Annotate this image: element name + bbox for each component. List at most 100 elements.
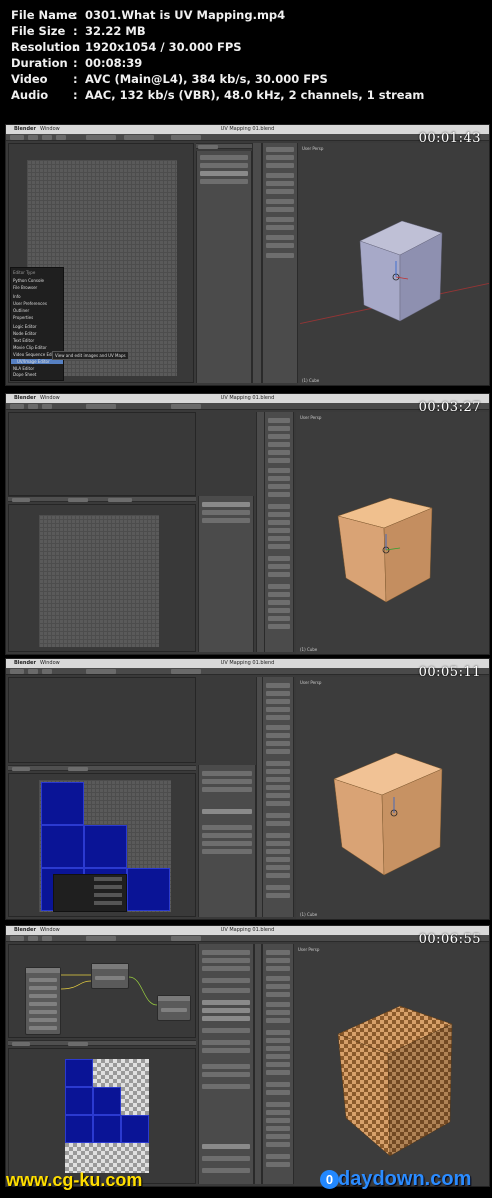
os-title-bar: Blender Window UV Mapping 01.blend <box>6 659 489 668</box>
info-key: Duration <box>11 56 68 70</box>
menu-item[interactable]: Node Editor <box>13 331 37 336</box>
blender-info-header <box>6 403 489 410</box>
view-name-label: User Persp <box>302 146 324 151</box>
os-title-bar: Blender Window UV Mapping 01.blend <box>6 125 489 134</box>
3d-viewport[interactable]: User Persp <box>294 944 489 1186</box>
menu-item[interactable]: User Preferences <box>13 301 47 306</box>
watermark-badge: 0 <box>320 1170 339 1189</box>
menu-tooltip: View and edit images and UV Maps <box>52 351 129 360</box>
tool-shelf <box>264 412 294 652</box>
media-info-panel: File Name : 0301.What is UV Mapping.mp4 … <box>0 0 492 118</box>
cube-object[interactable] <box>338 213 458 333</box>
tool-shelf <box>262 677 294 917</box>
uv-island[interactable] <box>41 825 84 868</box>
empty-editor-top[interactable] <box>8 412 196 496</box>
video-frame-3: Blender Window UV Mapping 01.blend 00:05… <box>5 658 490 920</box>
info-value: 32.22 MB <box>85 24 146 38</box>
os-title-bar: Blender Window UV Mapping 01.blend <box>6 926 489 935</box>
3d-viewport[interactable]: User Persp (1) Cube <box>298 143 489 385</box>
info-separator: : <box>73 8 78 22</box>
info-key: File Size <box>11 24 66 38</box>
view-name-label: User Persp <box>300 415 322 420</box>
info-separator: : <box>73 72 78 86</box>
uv-island[interactable] <box>84 825 127 868</box>
video-frame-4: Blender Window UV Mapping 01.blend 00:06… <box>5 925 490 1187</box>
blend-file-title: UV Mapping 01.blend <box>220 395 275 401</box>
editor-header <box>8 1040 196 1046</box>
info-value: AAC, 132 kb/s (VBR), 48.0 kHz, 2 channel… <box>85 88 425 102</box>
menu-item[interactable]: NLA Editor <box>13 366 34 371</box>
uv-grid <box>39 515 159 647</box>
uv-island[interactable] <box>93 1115 121 1143</box>
uv-image-editor[interactable] <box>8 504 196 652</box>
editor-header <box>8 765 196 771</box>
cube-object[interactable] <box>326 739 466 879</box>
cube-object[interactable] <box>328 988 478 1168</box>
tool-shelf <box>262 944 294 1184</box>
object-name-label: (1) Cube <box>300 647 318 652</box>
properties-panel <box>198 765 256 917</box>
uv-image-editor[interactable] <box>8 773 196 917</box>
menu-item[interactable]: Movie Clip Editor <box>13 345 47 350</box>
info-separator: : <box>73 24 78 38</box>
empty-editor-top[interactable] <box>8 677 196 763</box>
panel-header <box>196 143 252 149</box>
menu-item[interactable]: File Browser <box>13 285 37 290</box>
properties-panel <box>198 944 254 1184</box>
menu-item[interactable]: Dope Sheet <box>13 372 36 377</box>
video-frame-2: Blender Window UV Mapping 01.blend 00:03… <box>5 393 490 655</box>
info-value: 1920x1054 / 30.000 FPS <box>85 40 242 54</box>
tool-shelf <box>262 143 298 383</box>
info-value: 00:08:39 <box>85 56 143 70</box>
uv-island[interactable] <box>127 868 170 911</box>
info-separator: : <box>73 88 78 102</box>
info-value: AVC (Main@L4), 384 kb/s, 30.000 FPS <box>85 72 328 86</box>
properties-panel <box>196 151 252 383</box>
properties-tabs <box>252 143 262 383</box>
node-links <box>60 974 158 1006</box>
object-name-label: (1) Cube <box>302 378 320 383</box>
blend-file-title: UV Mapping 01.blend <box>220 660 275 666</box>
uv-island[interactable] <box>121 1115 149 1143</box>
os-title-bar: Blender Window UV Mapping 01.blend <box>6 394 489 403</box>
menu-header: Editor Type <box>13 270 36 275</box>
uv-island[interactable] <box>65 1059 93 1087</box>
menu-item[interactable]: Text Editor <box>13 338 34 343</box>
info-key: File Name <box>11 8 76 22</box>
node-editor[interactable] <box>8 944 196 1038</box>
uv-island[interactable] <box>93 1087 121 1115</box>
menu-item[interactable]: Logic Editor <box>13 324 37 329</box>
watermark-left: www.cg-ku.com <box>6 1170 143 1190</box>
uv-image-editor[interactable] <box>8 1048 196 1184</box>
info-key: Video <box>11 72 48 86</box>
new-image-popup[interactable] <box>53 874 127 912</box>
blender-info-header <box>6 134 489 141</box>
video-frame-1: Blender Window UV Mapping 01.blend 00:01… <box>5 124 490 386</box>
3d-viewport[interactable]: User Persp (1) Cube <box>296 677 489 919</box>
blender-info-header <box>6 668 489 675</box>
uv-island[interactable] <box>41 782 84 825</box>
properties-tabs <box>254 944 262 1184</box>
uv-island[interactable] <box>65 1087 93 1115</box>
view-name-label: User Persp <box>300 680 322 685</box>
properties-panel <box>198 496 254 652</box>
editor-header <box>8 496 196 502</box>
info-key: Resolution <box>11 40 81 54</box>
uv-island[interactable] <box>65 1115 93 1143</box>
watermark-text: daydown.com <box>338 1168 472 1190</box>
blend-file-title: UV Mapping 01.blend <box>220 126 275 132</box>
view-name-label: User Persp <box>298 947 320 952</box>
info-key: Audio <box>11 88 49 102</box>
menu-item[interactable]: Python Console <box>13 278 44 283</box>
menu-item[interactable]: Outliner <box>13 308 29 313</box>
3d-viewport[interactable]: User Persp (1) Cube <box>296 412 489 654</box>
info-value: 0301.What is UV Mapping.mp4 <box>85 8 286 22</box>
blender-info-header <box>6 935 489 942</box>
menu-item[interactable]: Info <box>13 294 21 299</box>
menu-item[interactable]: Properties <box>13 315 33 320</box>
cube-object[interactable] <box>326 482 456 612</box>
blend-file-title: UV Mapping 01.blend <box>220 927 275 933</box>
object-name-label: (1) Cube <box>300 912 318 917</box>
editor-type-menu[interactable]: Editor Type Python Console File Browser … <box>10 267 64 381</box>
info-separator: : <box>73 40 78 54</box>
